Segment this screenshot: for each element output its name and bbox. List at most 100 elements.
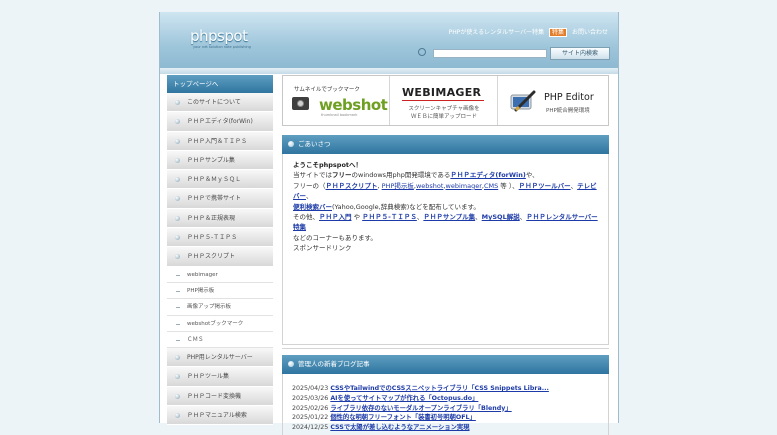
sidebar-item-label: ＰＨＰで携帯サイト — [187, 195, 242, 203]
sidebar-item-code-converter[interactable]: ＰＨＰコード変換機 — [167, 386, 273, 407]
php-editor-banner[interactable]: PHP Editor PHP統合開発環境 — [498, 76, 608, 125]
greeting-text: フリーの — [293, 181, 319, 190]
sidebar-item-php-samples[interactable]: ＰＨＰサンプル集 — [167, 150, 273, 171]
sidebar-subitem-label: 画像アップ掲示板 — [187, 304, 232, 311]
webshot-logo-sub: thumbnail bookmark — [321, 113, 358, 117]
sidebar-item-label: ＰＨＰエディタ(forWin) — [187, 118, 253, 126]
welcome-text: ようこそphpspotへ！ — [293, 161, 363, 169]
sidebar-home-link[interactable]: トップページへ — [167, 75, 273, 93]
blog-post-date: 2025/02/26 — [292, 404, 329, 412]
php-scripts-link[interactable]: ＰＨＰスクリプト — [326, 182, 378, 190]
search-input[interactable] — [433, 49, 547, 58]
sidebar-subitem-label: ＣＭＳ — [187, 336, 204, 343]
bullet-icon — [175, 374, 180, 380]
sidebar-item-label: ＰＨＰ＆ＭｙＳＱＬ — [187, 176, 242, 184]
search-bar-link[interactable]: 便利検索バー — [293, 203, 332, 211]
sidebar-item-manual-search[interactable]: ＰＨＰマニュアル検索 — [167, 406, 273, 426]
contact-link[interactable]: お問い合わせ — [572, 29, 608, 36]
blog-list: 2025/04/23 CSSやTailwindでのCSSスニペットライブラリ「C… — [282, 374, 609, 435]
blog-post: 2025/02/26 ライブラリ依存のないモーダルオープンライブラリ「Blend… — [292, 404, 608, 414]
greeting-header: ごあいさつ — [282, 135, 609, 154]
dash-icon — [176, 307, 180, 309]
cms-link[interactable]: CMS — [484, 182, 498, 190]
sidebar-subitem-bbs[interactable]: PHP掲示板 — [167, 282, 273, 300]
php-editor-link[interactable]: ＰＨＰエディタ(forWin) — [450, 171, 526, 179]
site-header: phpspot your net solution note publishin… — [160, 12, 618, 68]
php-intro-link[interactable]: ＰＨＰ入門 — [319, 213, 352, 221]
sidebar-item-about[interactable]: このサイトについて — [167, 93, 273, 113]
sidebar-item-php-scripts[interactable]: ＰＨＰスクリプト — [167, 247, 273, 267]
webimager-line-2: ＷＥＢに簡単アップロード — [410, 114, 477, 120]
sidebar-item-label: ＰＨＰ＆正規表現 — [187, 214, 236, 222]
feature-tag-link[interactable]: 特集 — [549, 28, 568, 37]
bullet-icon — [175, 413, 180, 419]
header-subbar — [160, 68, 618, 74]
greeting-text: その他、 — [293, 213, 319, 222]
php-toolbar-link[interactable]: ＰＨＰツールバー — [519, 182, 571, 190]
rental-server-link[interactable]: PHPが使えるレンタルサーバー特集 — [449, 29, 545, 36]
blog-post-link[interactable]: CSSで太陽が差し込むようなアニメーション実現 — [330, 424, 469, 431]
sidebar-item-rental-server[interactable]: PHP用レンタルサーバー — [167, 348, 273, 368]
sidebar-item-label: このサイトについて — [187, 99, 241, 106]
blog-post-link[interactable]: AIを使ってサイトマップが作れる「Octopus.do」 — [330, 395, 478, 402]
bullet-icon — [175, 215, 180, 221]
blog-post-date: 2025/01/22 — [292, 414, 329, 422]
webshot-logo: webshot — [319, 96, 388, 114]
sidebar-item-label: PHP用レンタルサーバー — [187, 354, 253, 362]
sidebar-item-label: ＰＨＰサンプル集 — [187, 156, 235, 164]
sidebar-item-php-tools[interactable]: ＰＨＰツール集 — [167, 367, 273, 387]
greeting-text: 等 ）、 — [498, 181, 519, 190]
sidebar-item-label: ＰＨＰコード変換機 — [187, 392, 242, 400]
blog-post-link[interactable]: ライブラリ依存のないモーダルオープンライブラリ「Blendy」 — [330, 405, 511, 412]
webshot-banner[interactable]: サムネイルでブックマーク webshot thumbnail bookmark — [283, 76, 390, 125]
sidebar-item-php-regex[interactable]: ＰＨＰ＆正規表現 — [167, 208, 273, 229]
dash-icon — [176, 274, 180, 276]
sidebar-item-php-mysql[interactable]: ＰＨＰ＆ＭｙＳＱＬ — [167, 170, 273, 190]
dash-icon — [176, 339, 180, 341]
webimager-banner[interactable]: WEBIMAGER スクリーンキャプチャ画像を ＷＥＢに簡単アップロード — [390, 76, 498, 125]
blog-post-link[interactable]: CSSやTailwindでのCSSスニペットライブラリ「CSS Snippets… — [330, 385, 549, 392]
blog-title: 管理人の新着ブログ記事 — [298, 360, 370, 368]
section-bullet-icon — [288, 361, 294, 367]
mysql-link[interactable]: MySQL解説 — [482, 213, 520, 221]
bullet-icon — [175, 157, 180, 163]
sidebar-subitem-label: webimager — [187, 271, 218, 278]
sidebar-subitem-cms[interactable]: ＣＭＳ — [167, 331, 273, 349]
greeting-text: や、 — [525, 171, 539, 180]
sidebar-item-label: ＰＨＰ５-ＴＩＰＳ — [187, 234, 238, 242]
sidebar-item-php-editor[interactable]: ＰＨＰエディタ(forWin) — [167, 112, 273, 132]
greeting-text: (Yahoo,Google,辞典検索)などを配布しています。 — [332, 202, 480, 211]
bullet-icon — [175, 138, 180, 144]
greeting-text-bold: フリー — [332, 171, 352, 180]
sidebar-item-php-mobile[interactable]: ＰＨＰで携帯サイト — [167, 189, 273, 209]
camera-lens — [297, 100, 304, 107]
webimager-link[interactable]: webimager — [446, 182, 482, 190]
camera-icon — [292, 97, 309, 110]
section-bullet-icon — [288, 141, 294, 147]
blog-post-link[interactable]: 個性的な明朝フリーフォント「装書初号明朝OFL」 — [330, 414, 476, 421]
sidebar-subitem-image-bbs[interactable]: 画像アップ掲示板 — [167, 299, 273, 316]
greeting-body: ようこそphpspotへ！ 当サイトではフリーのwindows用php開発環境で… — [282, 154, 609, 345]
dash-icon — [176, 323, 180, 325]
sidebar-subitem-webshot[interactable]: webshotブックマーク — [167, 315, 273, 332]
webshot-link[interactable]: webshot — [416, 182, 443, 190]
blog-post-date: 2024/12/25 — [292, 424, 329, 432]
logo-tagline: your net solution note publishing — [193, 45, 251, 49]
bbs-link[interactable]: PHP掲示板 — [382, 182, 414, 190]
page-frame: phpspot your net solution note publishin… — [159, 12, 619, 435]
webimager-logo: WEBIMAGER — [402, 86, 482, 99]
greeting-text: などのコーナーもあります。 — [293, 233, 377, 242]
sidebar-subitem-label: webshotブックマーク — [187, 320, 244, 327]
site-logo[interactable]: phpspot — [190, 27, 248, 45]
blog-post-date: 2025/04/23 — [292, 385, 329, 392]
blog-post-date: 2025/03/26 — [292, 394, 329, 402]
site-search-button[interactable]: サイト内検索 — [550, 47, 610, 60]
sidebar-item-php5-tips[interactable]: ＰＨＰ５-ＴＩＰＳ — [167, 228, 273, 248]
php5-tips-link[interactable]: ＰＨＰ５-ＴＩＰＳ — [362, 213, 417, 221]
php-samples-link[interactable]: ＰＨＰサンプル集 — [423, 213, 475, 221]
sidebar-item-label: ＰＨＰマニュアル検索 — [187, 412, 247, 420]
sidebar-subitem-webimager[interactable]: webimager — [167, 266, 273, 283]
search-icon — [418, 48, 426, 56]
bullet-icon — [175, 196, 180, 202]
sidebar-item-php-tips[interactable]: ＰＨＰ入門＆ＴＩＰＳ — [167, 131, 273, 151]
